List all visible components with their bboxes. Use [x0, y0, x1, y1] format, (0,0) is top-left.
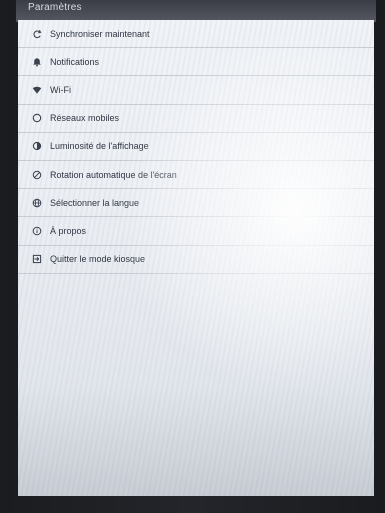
menu-item-label: À propos — [50, 225, 87, 236]
menu-item-label: Réseaux mobiles — [50, 113, 120, 124]
screen-empty-area — [18, 386, 374, 496]
menu-item-label: Notifications — [50, 56, 100, 67]
menu-item-label: Quitter le mode kiosque — [50, 254, 146, 265]
menu-item-auto-rotate[interactable]: Rotation automatique de l'écran — [18, 161, 374, 190]
menu-item-label: Wi-Fi — [50, 84, 71, 95]
menu-item-label: Sélectionner la langue — [50, 197, 140, 208]
menu-item-label: Synchroniser maintenant — [50, 28, 150, 39]
signal-icon — [32, 113, 42, 123]
settings-menu: Synchroniser maintenant Notifications Wi… — [18, 20, 374, 274]
page-title: Paramètres — [28, 2, 82, 13]
globe-icon — [32, 198, 42, 208]
rotation-icon — [32, 170, 42, 180]
menu-item-label: Rotation automatique de l'écran — [50, 169, 177, 180]
menu-item-label: Luminosité de l'affichage — [50, 141, 149, 152]
menu-item-display-brightness[interactable]: Luminosité de l'affichage — [18, 133, 374, 161]
menu-item-select-language[interactable]: Sélectionner la langue — [18, 189, 374, 218]
info-icon — [32, 226, 42, 236]
bell-icon — [32, 57, 42, 67]
exit-icon — [32, 254, 42, 264]
app-top-bar: Paramètres — [16, 0, 376, 22]
wifi-icon — [32, 85, 42, 95]
settings-screen: Synchroniser maintenant Notifications Wi… — [18, 20, 374, 496]
menu-item-notifications[interactable]: Notifications — [18, 48, 374, 77]
menu-item-exit-kiosk-mode[interactable]: Quitter le mode kiosque — [18, 246, 374, 274]
menu-item-about[interactable]: À propos — [18, 217, 374, 246]
menu-item-wifi[interactable]: Wi-Fi — [18, 76, 374, 105]
menu-item-mobile-networks[interactable]: Réseaux mobiles — [18, 105, 374, 133]
menu-item-sync-now[interactable]: Synchroniser maintenant — [18, 20, 374, 49]
brightness-icon — [32, 141, 42, 151]
sync-icon — [32, 29, 42, 39]
